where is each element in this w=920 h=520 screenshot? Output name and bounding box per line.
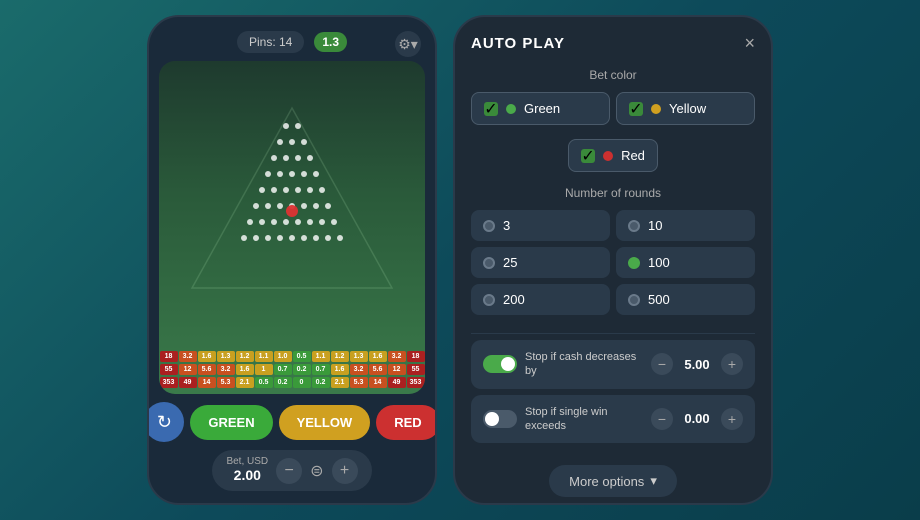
autoplay-title: AUTO PLAY	[471, 35, 565, 52]
round-radio-10	[628, 220, 640, 232]
stop-win-input-area: − 0.00 +	[651, 408, 743, 430]
cash-minus-button[interactable]: −	[651, 353, 673, 375]
toggle-win[interactable]	[483, 410, 517, 428]
round-value-10: 10	[648, 218, 662, 233]
win-minus-button[interactable]: −	[651, 408, 673, 430]
color-option-yellow[interactable]: ✓ Yellow	[616, 92, 755, 125]
stop-win-label: Stop if single win exceeds	[525, 405, 643, 434]
round-option-500[interactable]: 500	[616, 284, 755, 315]
round-radio-500	[628, 294, 640, 306]
chevron-down-icon: ▾	[650, 473, 657, 489]
bet-color-row-center: ✓ Red	[471, 139, 755, 172]
score-row-3: 353 49 14 5.3 2.1 0.5 0.2 0 0.2 2.1 5.3 …	[161, 377, 423, 388]
stack-icon: ⊜	[310, 461, 323, 481]
round-value-100: 100	[648, 255, 670, 270]
color-checkbox-green: ✓	[484, 102, 498, 116]
round-option-200[interactable]: 200	[471, 284, 610, 315]
round-radio-3	[483, 220, 495, 232]
round-value-25: 25	[503, 255, 517, 270]
toggle-knob-win	[485, 412, 499, 426]
close-button[interactable]: ×	[744, 33, 755, 54]
green-button[interactable]: GREEN	[190, 405, 272, 440]
round-option-25[interactable]: 25	[471, 247, 610, 278]
win-plus-button[interactable]: +	[721, 408, 743, 430]
round-option-100[interactable]: 100	[616, 247, 755, 278]
stop-cash-input-area: − 5.00 +	[651, 353, 743, 375]
color-name-green: Green	[524, 101, 560, 116]
bet-label-wrap: Bet, USD 2.00	[226, 456, 268, 485]
color-dot-yellow	[651, 104, 661, 114]
refresh-button[interactable]: ↻	[147, 402, 184, 442]
score-row-2: 55 12 5.6 3.2 1.6 1 0.7 0.2 0.7 1.6 3.2 …	[161, 364, 423, 375]
bet-label: Bet, USD	[226, 456, 268, 467]
triangle-area	[159, 61, 425, 334]
round-value-3: 3	[503, 218, 510, 233]
round-value-200: 200	[503, 292, 525, 307]
toggle-knob-cash	[501, 357, 515, 371]
color-name-red: Red	[621, 148, 645, 163]
bet-color-label: Bet color	[471, 68, 755, 82]
score-rows: 18 3.2 1.6 1.3 1.2 1.1 1.0 0.5 1.1 1.2 1…	[159, 351, 425, 390]
score-row-1: 18 3.2 1.6 1.3 1.2 1.1 1.0 0.5 1.1 1.2 1…	[161, 351, 423, 362]
rounds-section-label: Number of rounds	[471, 186, 755, 200]
round-radio-100	[628, 257, 640, 269]
autoplay-header: AUTO PLAY ×	[471, 33, 755, 54]
stop-row-cash: Stop if cash decreases by − 5.00 +	[471, 340, 755, 389]
bet-minus-button[interactable]: −	[276, 458, 302, 484]
left-phone: Pins: 14 1.3 ⚙▾	[147, 15, 437, 505]
settings-button[interactable]: ⚙▾	[395, 31, 421, 57]
bet-color-grid: ✓ Green ✓ Yellow	[471, 92, 755, 125]
color-checkbox-yellow: ✓	[629, 102, 643, 116]
stop-section: Stop if cash decreases by − 5.00 + Stop …	[471, 340, 755, 449]
win-stop-value: 0.00	[677, 411, 717, 426]
round-value-500: 500	[648, 292, 670, 307]
bet-row: Bet, USD 2.00 − ⊜ +	[212, 450, 371, 491]
rounds-grid: 3 10 25 100 200	[471, 210, 755, 315]
color-checkbox-red: ✓	[581, 149, 595, 163]
bet-plus-button[interactable]: +	[332, 458, 358, 484]
round-radio-200	[483, 294, 495, 306]
cash-stop-value: 5.00	[677, 357, 717, 372]
round-radio-25	[483, 257, 495, 269]
pins-badge: Pins: 14	[237, 31, 304, 53]
game-area: 18 3.2 1.6 1.3 1.2 1.1 1.0 0.5 1.1 1.2 1…	[159, 61, 425, 394]
round-option-10[interactable]: 10	[616, 210, 755, 241]
color-dot-red	[603, 151, 613, 161]
color-buttons: ↻ GREEN YELLOW RED	[147, 402, 437, 442]
stop-cash-label: Stop if cash decreases by	[525, 350, 643, 379]
color-option-red[interactable]: ✓ Red	[568, 139, 658, 172]
cash-plus-button[interactable]: +	[721, 353, 743, 375]
round-option-3[interactable]: 3	[471, 210, 610, 241]
rounds-section: 3 10 25 100 200	[471, 210, 755, 315]
bet-value: 2.00	[234, 467, 261, 483]
multiplier-badge: 1.3	[314, 32, 347, 52]
stop-row-win: Stop if single win exceeds − 0.00 +	[471, 395, 755, 444]
color-option-green[interactable]: ✓ Green	[471, 92, 610, 125]
yellow-button[interactable]: YELLOW	[279, 405, 371, 440]
right-panel: AUTO PLAY × Bet color ✓ Green ✓ Yellow ✓…	[453, 15, 773, 505]
more-options-label: More options	[569, 474, 644, 489]
color-name-yellow: Yellow	[669, 101, 706, 116]
top-bar: Pins: 14 1.3 ⚙▾	[159, 31, 425, 53]
toggle-cash[interactable]	[483, 355, 517, 373]
red-button[interactable]: RED	[376, 405, 437, 440]
more-options-button[interactable]: More options ▾	[549, 465, 677, 497]
divider	[471, 333, 755, 334]
bottom-controls: ↻ GREEN YELLOW RED Bet, USD 2.00 − ⊜ +	[159, 402, 425, 491]
color-dot-green	[506, 104, 516, 114]
